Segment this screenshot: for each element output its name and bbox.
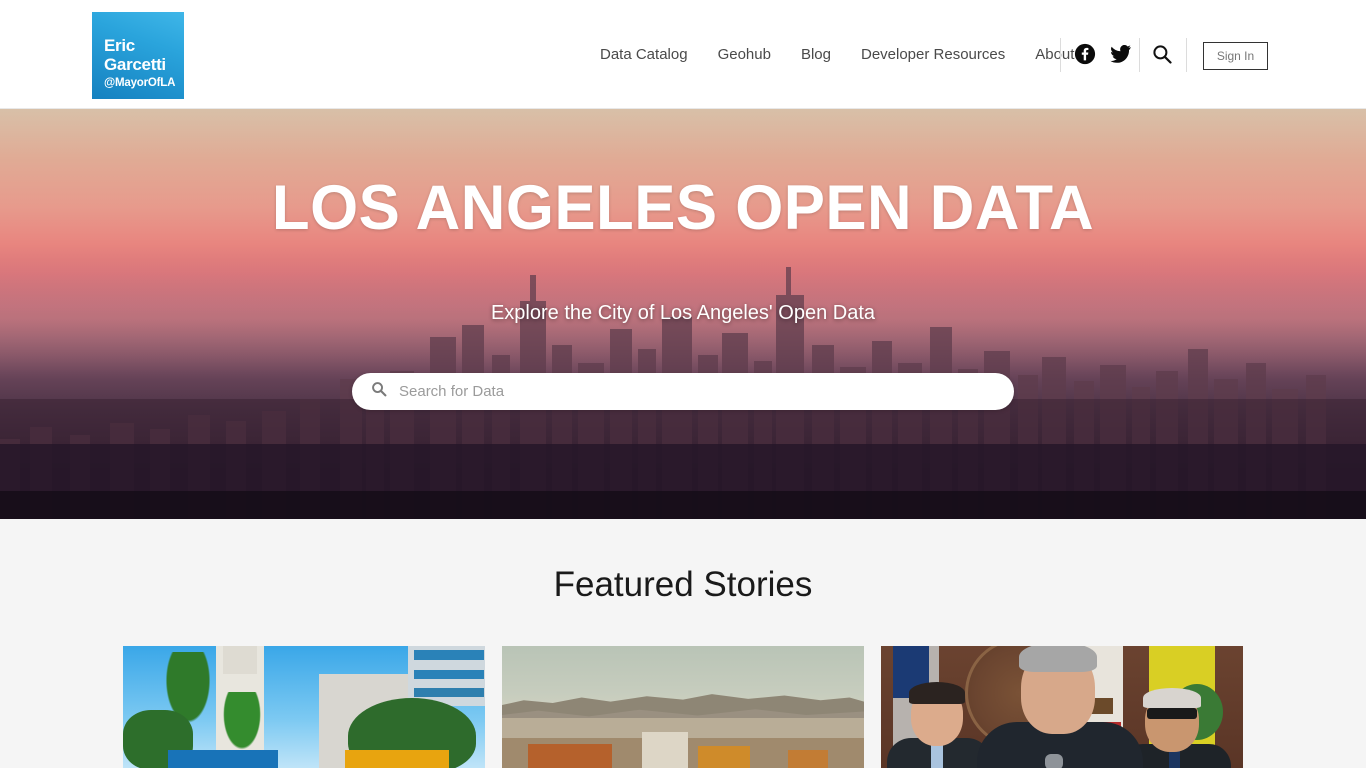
social-links: [1074, 43, 1132, 65]
hero-search-bar[interactable]: [352, 373, 1014, 410]
logo-first-name: Eric: [104, 36, 135, 55]
sign-in-button[interactable]: Sign In: [1203, 42, 1268, 70]
featured-stories-title: Featured Stories: [553, 565, 813, 604]
card3-microphone: [1045, 754, 1063, 768]
card1-yellow-banner: [345, 750, 449, 768]
logo-eric-garcetti[interactable]: Eric Garcetti @MayorOfLA: [92, 12, 184, 99]
page-title: LOS ANGELES OPEN DATA: [271, 173, 1095, 243]
nav-developer-resources[interactable]: Developer Resources: [846, 44, 1020, 66]
card1-glass-band-3: [414, 688, 484, 697]
story-card-press-conference[interactable]: [881, 646, 1243, 768]
hero-subtitle: Explore the City of Los Angeles' Open Da…: [490, 302, 876, 324]
divider-before-signin: [1186, 38, 1187, 72]
story-card-hollywood-hills[interactable]: [502, 646, 864, 768]
card2-roof-2: [698, 746, 750, 768]
card1-blue-banner: [168, 750, 278, 768]
logo-handle: @MayorOfLA: [104, 77, 176, 89]
nav-data-catalog[interactable]: Data Catalog: [600, 44, 703, 66]
divider-before-social: [1060, 38, 1061, 72]
card3-person-left-hair: [909, 682, 965, 704]
card2-roof-3: [788, 750, 828, 768]
nav-blog[interactable]: Blog: [786, 44, 846, 66]
site-header: Eric Garcetti @MayorOfLA Data Catalog Ge…: [0, 0, 1366, 109]
main-navigation: Data Catalog Geohub Blog Developer Resou…: [600, 44, 1089, 66]
search-icon[interactable]: [1152, 44, 1172, 64]
story-card-city-hall[interactable]: [123, 646, 485, 768]
divider-before-search: [1139, 38, 1140, 72]
twitter-icon[interactable]: [1110, 45, 1132, 63]
search-input[interactable]: [399, 383, 959, 400]
nav-geohub[interactable]: Geohub: [703, 44, 786, 66]
card2-white-building: [642, 732, 688, 768]
logo-last-name: Garcetti: [104, 55, 166, 74]
search-icon: [371, 381, 387, 402]
card1-tower-top: [223, 646, 257, 674]
featured-stories-list: [123, 646, 1243, 768]
hero-banner: LOS ANGELES OPEN DATA Explore the City o…: [0, 109, 1366, 519]
card3-person-right-glasses: [1147, 708, 1197, 719]
card1-glass-band-1: [414, 650, 484, 660]
card1-glass-band-2: [414, 670, 484, 679]
card2-roof-1: [528, 744, 612, 768]
card3-person-right-hair: [1143, 688, 1201, 708]
facebook-icon[interactable]: [1074, 43, 1096, 65]
card3-person-center-hair: [1019, 646, 1097, 672]
